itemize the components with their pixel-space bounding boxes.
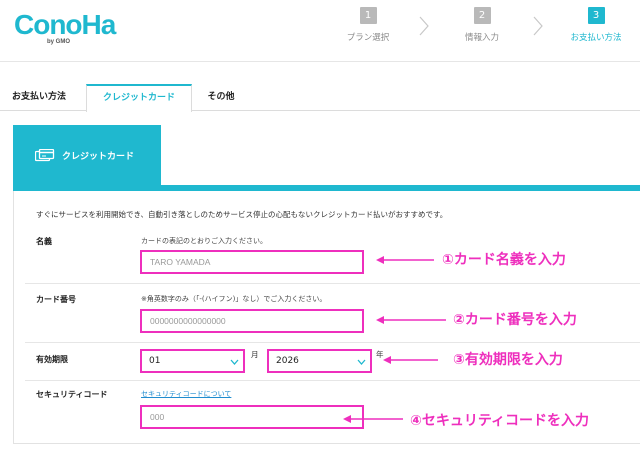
payment-section-label: お支払い方法 [12, 92, 67, 102]
credit-card-method-button[interactable]: クレジットカード [13, 125, 161, 185]
logo-text: ConoHa [14, 9, 116, 40]
conoha-logo[interactable]: ConoHa by GMO [14, 8, 116, 50]
expiry-label: 有効期限 [36, 355, 68, 364]
step-label: 情報入力 [464, 33, 499, 43]
chevron-down-icon [357, 359, 366, 365]
divider [25, 342, 640, 343]
credit-card-icon [35, 149, 55, 162]
annotation-card-number: ②カード番号を入力 [453, 312, 577, 328]
step-number: 2 [473, 7, 491, 24]
card-number-label: カード番号 [36, 295, 76, 304]
annotation-expiry: ③有効期限を入力 [453, 352, 563, 368]
arrow-left-icon [376, 256, 434, 264]
security-code-help-link[interactable]: セキュリティコードについて [141, 389, 231, 399]
tab-credit-card[interactable]: クレジットカード [86, 84, 192, 112]
expiry-month-select[interactable]: 01 [140, 349, 245, 373]
chevron-right-icon [419, 16, 429, 36]
form-intro-text: すぐにサービスを利用開始でき、自動引き落としのためサービス停止の心配もないクレジ… [36, 210, 448, 219]
step-plan-selection: 1 プラン選択 [328, 7, 408, 51]
step-number: 3 [587, 7, 605, 24]
arrow-left-icon [383, 356, 438, 364]
chevron-right-icon [533, 16, 543, 36]
chevron-down-icon [230, 359, 239, 365]
card-number-input[interactable]: 0000000000000000 [140, 309, 364, 333]
expiry-year-select[interactable]: 2026 [267, 349, 372, 373]
payment-tabs: お支払い方法 クレジットカード その他 [0, 84, 640, 112]
month-unit: 月 [251, 350, 259, 359]
divider [25, 380, 640, 381]
cardholder-name-input[interactable]: TARO YAMADA [140, 250, 364, 274]
step-info-input: 2 情報入力 [442, 7, 522, 51]
security-code-input[interactable]: 000 [140, 405, 364, 429]
step-label: お支払い方法 [570, 33, 622, 43]
card-number-hint: ※角英数字のみ（「-(ハイフン)」なし）でご入力ください。 [141, 295, 327, 303]
method-label: クレジットカード [62, 152, 135, 162]
annotation-security-code: ④セキュリティコードを入力 [410, 413, 590, 429]
divider [25, 283, 640, 284]
arrow-left-icon [376, 316, 446, 324]
name-label: 名義 [36, 237, 52, 246]
step-label: プラン選択 [346, 33, 390, 43]
step-payment-method: 3 お支払い方法 [556, 7, 636, 51]
header: ConoHa by GMO 1 プラン選択 2 情報入力 3 お支払い方法 [0, 0, 640, 62]
expiry-year-value: 2026 [276, 356, 299, 366]
name-hint: カードの表記のとおりご入力ください。 [141, 237, 267, 245]
step-number: 1 [359, 7, 377, 24]
annotation-name: ①カード名義を入力 [442, 252, 566, 268]
security-code-label: セキュリティコード [36, 390, 108, 399]
expiry-month-value: 01 [149, 356, 161, 366]
tab-other[interactable]: その他 [192, 84, 250, 111]
arrow-left-icon [343, 415, 403, 423]
logo-subtext: by GMO [47, 39, 71, 45]
